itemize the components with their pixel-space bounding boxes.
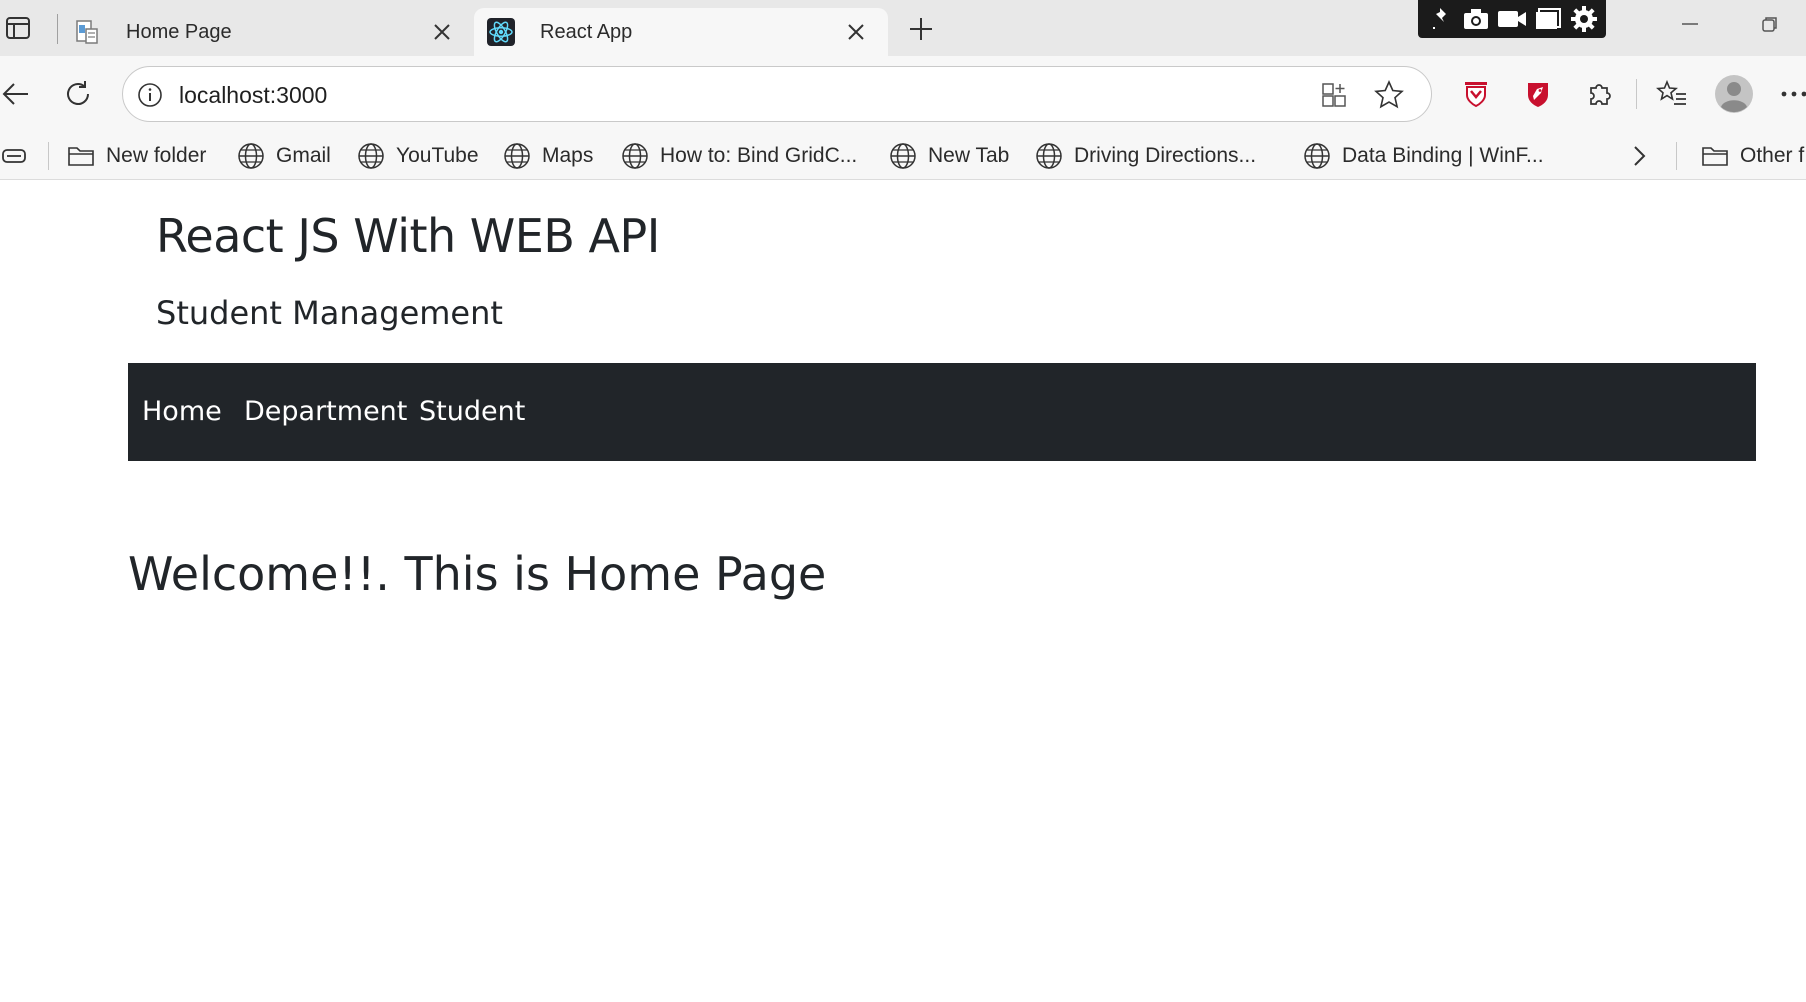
settings-gear-icon[interactable]: [1568, 4, 1600, 34]
favorite-label: How to: Bind GridC...: [660, 144, 858, 167]
tab-actions-icon: [6, 17, 30, 39]
favorite-label: YouTube: [396, 144, 479, 167]
video-camera-icon[interactable]: [1496, 4, 1528, 34]
collections-icon: [0, 141, 30, 171]
tab-actions-button[interactable]: [0, 10, 36, 46]
favorite-star-icon[interactable]: [1373, 79, 1405, 111]
address-bar[interactable]: localhost:3000: [122, 66, 1432, 122]
react-logo-icon: [486, 17, 516, 47]
favorite-label: New folder: [106, 144, 207, 167]
favorites-separator: [1676, 142, 1677, 170]
more-dots-icon: [1781, 91, 1806, 97]
extension-shield-button[interactable]: [1456, 74, 1496, 114]
main-navbar: Home Department Student: [128, 363, 1756, 461]
back-button[interactable]: [0, 74, 36, 114]
profile-button[interactable]: [1714, 74, 1754, 114]
favorite-gmail[interactable]: Gmail: [236, 140, 331, 172]
folder-icon: [1700, 141, 1730, 171]
collections-button[interactable]: [0, 140, 30, 172]
other-favorites-button[interactable]: Other f: [1700, 140, 1804, 172]
nav-link-department[interactable]: Department: [244, 396, 407, 427]
close-tab-icon[interactable]: [842, 18, 870, 46]
favorite-data-binding[interactable]: Data Binding | WinF...: [1302, 140, 1544, 172]
refresh-button[interactable]: [58, 74, 98, 114]
site-info-icon[interactable]: [135, 80, 165, 110]
tab-home-page[interactable]: Home Page: [60, 8, 474, 56]
document-favicon-icon: [72, 17, 102, 47]
favorites-list-icon: [1656, 79, 1686, 105]
favorites-bar: New folder Gmail YouTube Maps How to: Bi…: [0, 132, 1806, 180]
favorite-label: Gmail: [276, 144, 331, 167]
favorites-separator: [48, 142, 49, 170]
pin-icon[interactable]: [1424, 4, 1456, 34]
extensions-button[interactable]: [1580, 74, 1620, 114]
favorite-label: New Tab: [928, 144, 1010, 167]
favorite-label: Data Binding | WinF...: [1342, 144, 1544, 167]
favorite-maps[interactable]: Maps: [502, 140, 593, 172]
folder-icon: [66, 141, 96, 171]
window-controls: [1680, 14, 1780, 34]
webadvisor-icon: [1528, 83, 1548, 107]
minimize-icon[interactable]: [1680, 14, 1700, 34]
tab-separator: [57, 14, 58, 44]
globe-icon: [620, 141, 650, 171]
plus-icon: [910, 18, 932, 40]
camera-icon[interactable]: [1460, 4, 1492, 34]
window-capture-icon[interactable]: [1532, 4, 1564, 34]
globe-icon: [1302, 141, 1332, 171]
url-text[interactable]: localhost:3000: [179, 82, 327, 109]
favorite-bind-gridcontrol[interactable]: How to: Bind GridC...: [620, 140, 857, 172]
restore-icon[interactable]: [1760, 14, 1780, 34]
globe-icon: [1034, 141, 1064, 171]
puzzle-piece-icon: [1590, 84, 1611, 105]
refresh-icon: [67, 81, 89, 105]
close-tab-icon[interactable]: [428, 18, 456, 46]
toolbar-separator: [1636, 79, 1637, 109]
new-tab-button[interactable]: [904, 12, 938, 46]
globe-icon: [502, 141, 532, 171]
favorite-label: Driving Directions...: [1074, 144, 1257, 167]
more-options-button[interactable]: [1774, 74, 1806, 114]
favorites-button[interactable]: [1652, 74, 1692, 114]
extension-webadvisor-button[interactable]: [1518, 74, 1558, 114]
favorite-driving-directions[interactable]: Driving Directions...: [1034, 140, 1256, 172]
page-title: React JS With WEB API: [156, 209, 660, 263]
other-favorites-label: Other f: [1740, 144, 1805, 167]
nav-link-home[interactable]: Home: [142, 396, 222, 427]
favorite-label: Maps: [542, 144, 594, 167]
favorites-overflow-button[interactable]: [1624, 140, 1664, 172]
page-content: React JS With WEB API Student Management…: [0, 181, 1806, 1002]
tab-title: Home Page: [126, 20, 232, 43]
mcafee-shield-icon: [1465, 82, 1487, 108]
nav-link-student[interactable]: Student: [419, 396, 525, 427]
back-arrow-icon: [2, 83, 28, 105]
tab-title: React App: [540, 20, 633, 43]
tab-strip: Home Page React App: [0, 0, 1806, 56]
favorite-new-tab[interactable]: New Tab: [888, 140, 1009, 172]
globe-icon: [236, 141, 266, 171]
app-available-icon[interactable]: [1319, 79, 1351, 111]
browser-window: Home Page React App localhost:3000 New f…: [0, 0, 1806, 1002]
avatar-icon: [1715, 75, 1753, 113]
favorite-youtube[interactable]: YouTube: [356, 140, 479, 172]
browser-toolbar: localhost:3000: [0, 56, 1806, 132]
page-subtitle: Student Management: [156, 294, 503, 332]
tab-react-app[interactable]: React App: [474, 8, 888, 56]
globe-icon: [356, 141, 386, 171]
chevron-right-icon: [1624, 141, 1654, 171]
favorite-new-folder[interactable]: New folder: [66, 140, 206, 172]
capture-toolbar: [1418, 0, 1606, 38]
globe-icon: [888, 141, 918, 171]
welcome-heading: Welcome!!. This is Home Page: [128, 547, 827, 601]
